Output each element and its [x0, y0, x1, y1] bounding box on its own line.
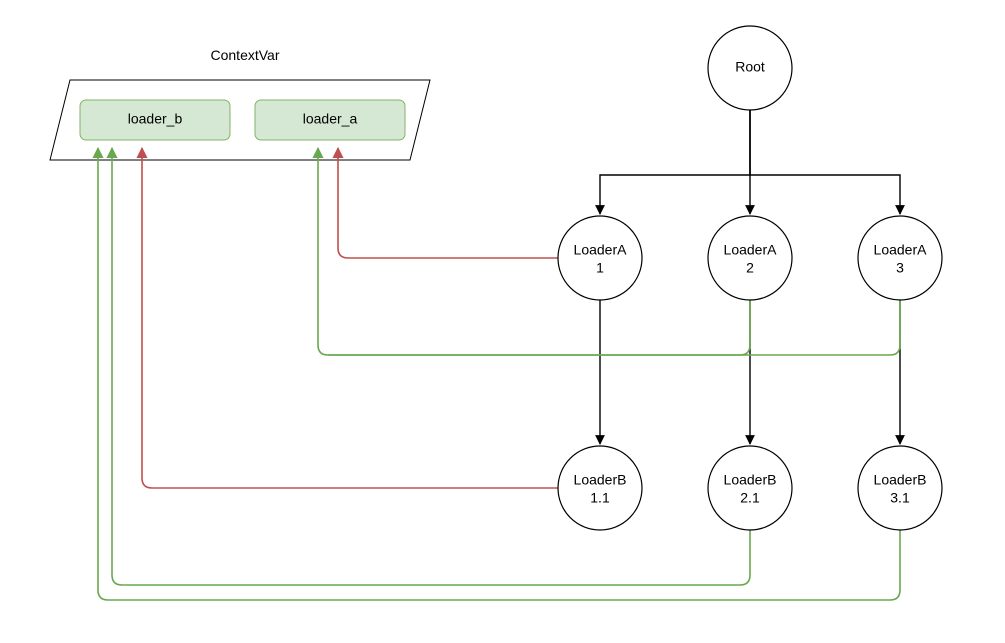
edge-a1-loader-a — [338, 148, 558, 258]
edge-a2-loader-a — [318, 148, 750, 355]
contextvar-title: ContextVar — [211, 47, 280, 63]
node-label-top: LoaderA — [724, 242, 778, 258]
node-label-bottom: 3 — [896, 260, 904, 276]
green-edges-loader-b — [98, 148, 900, 600]
node-loader-a-1: LoaderA 1 — [558, 216, 642, 300]
node-label-top: LoaderA — [574, 242, 628, 258]
node-loader-b-11: LoaderB 1.1 — [558, 446, 642, 530]
contextvar-container: ContextVar loader_b loader_a — [50, 47, 430, 160]
edge-b11-loader-b — [142, 148, 558, 488]
node-loader-b-31: LoaderB 3.1 — [858, 446, 942, 530]
contextvar-entry-loader-a: loader_a — [255, 100, 405, 140]
node-root: Root — [708, 26, 792, 110]
edge-root-a1 — [600, 110, 750, 214]
red-edges-loader-b — [142, 148, 558, 488]
node-loader-a-2: LoaderA 2 — [708, 216, 792, 300]
edge-root-a3 — [750, 110, 900, 214]
node-loader-b-21: LoaderB 2.1 — [708, 446, 792, 530]
node-label-bottom: 1.1 — [590, 490, 610, 506]
edge-b21-loader-b — [112, 148, 750, 585]
contextvar-entry-label: loader_b — [128, 111, 183, 127]
node-label-bottom: 1 — [596, 260, 604, 276]
red-edges-loader-a — [338, 148, 558, 258]
node-label-top: LoaderB — [574, 472, 627, 488]
node-label-top: LoaderB — [874, 472, 927, 488]
node-loader-a-3: LoaderA 3 — [858, 216, 942, 300]
edge-a3-loader-a — [328, 300, 900, 355]
contextvar-entry-loader-b: loader_b — [80, 100, 230, 140]
diagram-canvas: ContextVar loader_b loader_a — [0, 0, 1005, 643]
edge-b31-loader-b — [98, 148, 900, 600]
node-label-bottom: 2.1 — [740, 490, 760, 506]
node-label-top: LoaderA — [874, 242, 928, 258]
node-label-bottom: 3.1 — [890, 490, 910, 506]
node-label-bottom: 2 — [746, 260, 754, 276]
node-label-top: LoaderB — [724, 472, 777, 488]
contextvar-entry-label: loader_a — [303, 111, 358, 127]
node-label: Root — [735, 59, 765, 75]
